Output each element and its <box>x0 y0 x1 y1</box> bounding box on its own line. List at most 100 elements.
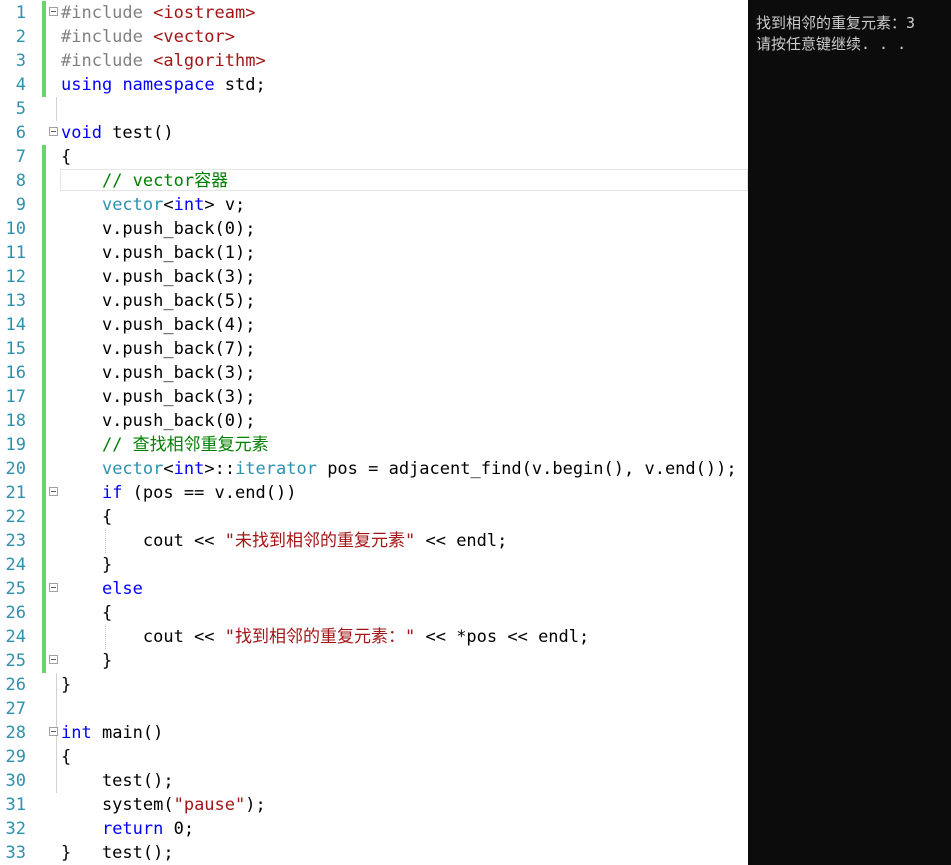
code-line[interactable]: 3 #include <algorithm> <box>0 49 748 73</box>
code-text: v.push_back(1); <box>61 241 256 265</box>
line-number: 33 <box>5 843 26 863</box>
code-token: cout << <box>61 531 225 551</box>
line-number: 15 <box>5 339 26 359</box>
code-line[interactable]: 26 { <box>0 601 748 625</box>
code-line[interactable]: 25 } <box>0 649 748 673</box>
line-number: 32 <box>5 819 26 839</box>
line-number: 20 <box>5 459 26 479</box>
code-text: vector<int> v; <box>61 193 245 217</box>
line-number: 26 <box>5 603 26 623</box>
code-line[interactable]: 31 system("pause"); <box>0 793 748 817</box>
code-line[interactable]: 21 if (pos == v.end()) <box>0 481 748 505</box>
collapse-toggle-icon[interactable] <box>49 127 58 136</box>
change-indicator-bar <box>42 409 46 433</box>
code-line[interactable]: 32 return 0; <box>0 817 748 841</box>
code-line[interactable]: 13 v.push_back(5); <box>0 289 748 313</box>
code-token: // 查找相邻重复元素 <box>101 435 269 455</box>
code-line[interactable]: 11 v.push_back(1); <box>0 241 748 265</box>
change-indicator-bar <box>42 457 46 481</box>
code-line[interactable]: 14 v.push_back(4); <box>0 313 748 337</box>
code-text: v.push_back(7); <box>61 337 256 361</box>
code-token: v.push_back(5); <box>61 291 256 311</box>
code-line[interactable]: 27 <box>0 697 748 721</box>
code-line[interactable]: 15 v.push_back(7); <box>0 337 748 361</box>
code-text: void test() <box>61 121 174 145</box>
code-line[interactable]: 33 } test(); <box>0 841 748 865</box>
code-line[interactable]: 4 using namespace std; <box>0 73 748 97</box>
code-line[interactable]: 30 test(); <box>0 769 748 793</box>
line-number: 26 <box>5 675 26 695</box>
code-token: int <box>173 195 205 215</box>
code-line[interactable]: 24 cout << "找到相邻的重复元素：" << *pos << endl; <box>0 625 748 649</box>
console-window[interactable]: 找到相邻的重复元素：3 请按任意键继续. . . <box>748 0 951 865</box>
change-indicator-bar <box>42 289 46 313</box>
collapse-toggle-icon[interactable] <box>49 727 58 736</box>
line-number: 29 <box>5 747 26 767</box>
code-token: <vector> <box>153 27 236 47</box>
code-line[interactable]: 9 vector<int> v; <box>0 193 748 217</box>
line-number: 5 <box>15 99 26 119</box>
code-line[interactable]: 19 // 查找相邻重复元素 <box>0 433 748 457</box>
code-token: v.push_back(7); <box>61 339 256 359</box>
code-line[interactable]: 20 vector<int>::iterator pos = adjacent_… <box>0 457 748 481</box>
change-indicator-bar <box>42 241 46 265</box>
code-line[interactable]: 25 else <box>0 577 748 601</box>
line-number: 2 <box>15 27 26 47</box>
code-text: } test(); <box>61 841 174 865</box>
code-line[interactable]: 22 { <box>0 505 748 529</box>
code-line[interactable]: 6 void test() <box>0 121 748 145</box>
outline-guide <box>56 673 57 697</box>
change-indicator-bar <box>42 433 46 457</box>
line-number: 24 <box>5 627 26 647</box>
collapse-toggle-icon[interactable] <box>49 583 58 592</box>
code-line[interactable]: 8 // vector容器 <box>0 169 748 193</box>
line-number: 24 <box>5 555 26 575</box>
code-token: <iostream> <box>153 3 256 23</box>
change-indicator-bar <box>42 265 46 289</box>
code-text: using namespace std; <box>61 73 266 97</box>
change-indicator-bar <box>42 313 46 337</box>
code-text: v.push_back(4); <box>61 313 256 337</box>
change-indicator-bar <box>42 481 46 505</box>
code-line[interactable]: 7{ <box>0 145 748 169</box>
code-token: < <box>163 195 174 215</box>
line-number: 12 <box>5 267 26 287</box>
code-line[interactable]: 16 v.push_back(3); <box>0 361 748 385</box>
code-line[interactable]: 26} <box>0 673 748 697</box>
change-indicator-bar <box>42 529 46 553</box>
code-line[interactable]: 2 #include <vector> <box>0 25 748 49</box>
code-line[interactable]: 1 #include <iostream> <box>0 1 748 25</box>
console-output-line: 找到相邻的重复元素：3 <box>756 14 916 32</box>
code-token: void <box>61 123 102 143</box>
code-line[interactable]: 18 v.push_back(0); <box>0 409 748 433</box>
change-indicator-bar <box>42 553 46 577</box>
code-line[interactable]: 17 v.push_back(3); <box>0 385 748 409</box>
code-token: if <box>101 483 123 503</box>
line-number: 18 <box>5 411 26 431</box>
code-line[interactable]: 29 { <box>0 745 748 769</box>
code-line[interactable]: 10 v.push_back(0); <box>0 217 748 241</box>
collapse-toggle-icon[interactable] <box>49 7 58 16</box>
code-line[interactable]: 28 int main() <box>0 721 748 745</box>
code-line[interactable]: 23 cout << "未找到相邻的重复元素" << endl; <box>0 529 748 553</box>
code-editor[interactable]: 1 #include <iostream> 2 #include <vector> 3 #… <box>0 0 748 865</box>
code-text: v.push_back(0); <box>61 409 256 433</box>
code-token: iterator <box>235 459 317 479</box>
line-number: 3 <box>15 51 26 71</box>
code-line[interactable]: 24 } <box>0 553 748 577</box>
collapse-toggle-icon[interactable] <box>49 655 58 664</box>
code-token: vector <box>101 459 164 479</box>
code-text: } <box>61 673 71 697</box>
code-text: v.push_back(5); <box>61 289 256 313</box>
code-token: main() <box>91 723 164 743</box>
code-line[interactable]: 12 v.push_back(3); <box>0 265 748 289</box>
code-text: } <box>61 649 112 673</box>
code-line[interactable]: 5 <box>0 97 748 121</box>
code-token: namespace <box>122 75 215 95</box>
code-token: ); <box>245 795 266 815</box>
code-text: #include <algorithm> <box>61 49 266 73</box>
collapse-toggle-icon[interactable] <box>49 487 58 496</box>
